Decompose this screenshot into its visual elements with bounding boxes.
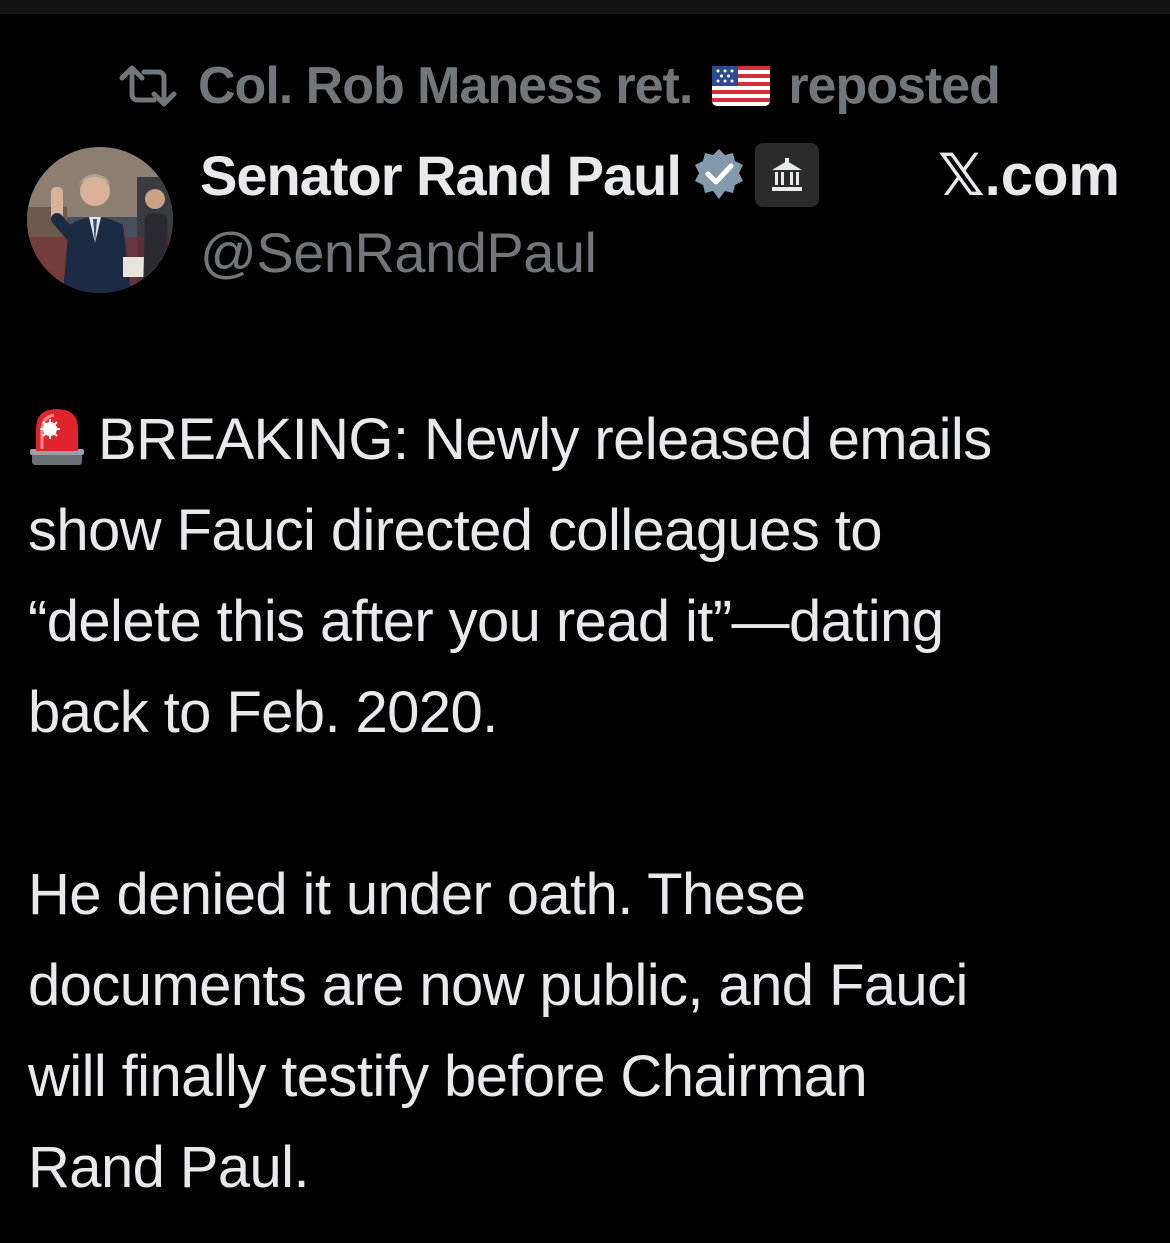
repost-context[interactable]: Col. Rob Maness ret. reposted [116, 56, 1001, 116]
post-paragraph-2: He denied it under oath. These documents… [28, 862, 968, 1200]
status-strip [0, 0, 1170, 14]
post-paragraph-1-text: BREAKING: Newly released emails show Fau… [28, 407, 992, 745]
avatar[interactable] [27, 147, 173, 293]
us-flag-icon [712, 66, 771, 106]
rotating-light-icon [30, 409, 84, 465]
verified-badge-icon[interactable] [691, 147, 747, 203]
site-label: 𝕏.com [937, 143, 1120, 208]
post-paragraph-1: BREAKING: Newly released emails show Fau… [28, 394, 1158, 758]
post-header: Senator Rand Paul @SenRandPaul 𝕏.com [200, 140, 1140, 288]
reposter-name[interactable]: Col. Rob Maness ret. [198, 56, 693, 116]
author-display-name[interactable]: Senator Rand Paul [200, 143, 682, 208]
repost-icon [119, 65, 177, 107]
avatar-photo [27, 147, 173, 293]
post-text: BREAKING: Newly released emails show Fau… [28, 394, 1158, 1213]
author-handle[interactable]: @SenRandPaul [200, 218, 1140, 288]
reposted-label: reposted [788, 57, 1001, 115]
government-building-icon[interactable] [754, 143, 819, 207]
